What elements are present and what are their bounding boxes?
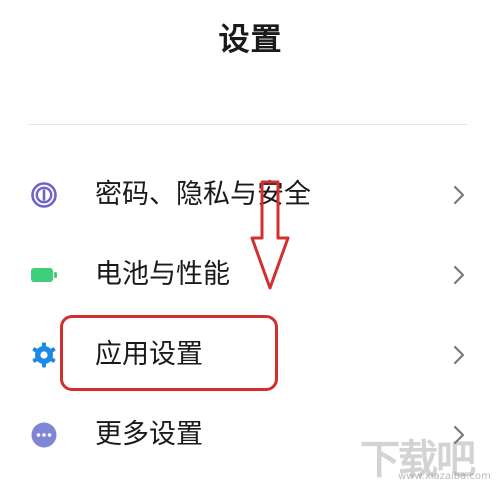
chevron-right-icon [453,265,465,285]
chevron-right-icon [453,185,465,205]
annotation-arrow-down-icon [250,180,290,290]
battery-icon [31,268,57,282]
more-icon [31,422,57,448]
header-divider [28,124,467,125]
watermark-url: www.xiazaiba.com [398,471,491,482]
annotation-highlight-box [60,315,278,391]
chevron-right-icon [453,345,465,365]
watermark-logo: 下载吧 www.xiazaiba.com [360,425,495,485]
page-title: 设置 [218,22,283,58]
gear-icon [32,342,56,368]
fingerprint-icon [31,182,57,208]
menu-item-label: 电池与性能 [95,259,230,290]
menu-item-label: 更多设置 [95,419,203,450]
